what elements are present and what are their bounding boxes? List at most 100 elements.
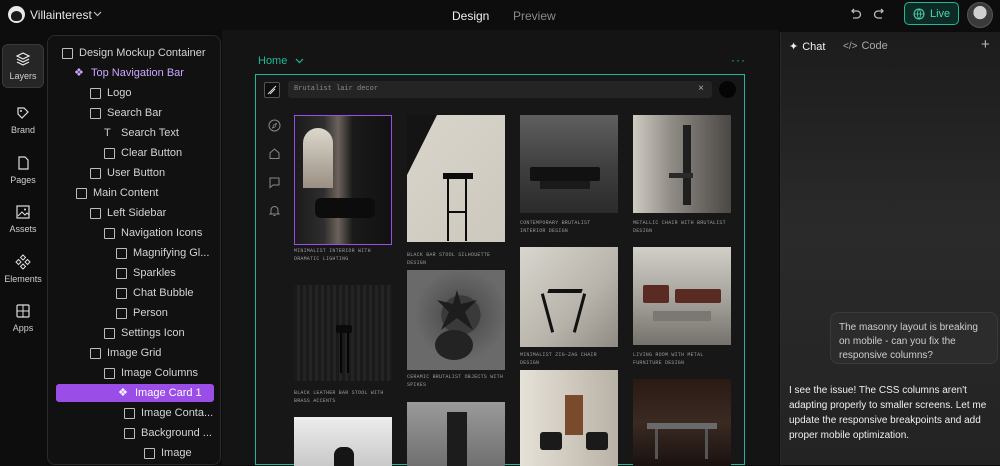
image-card-3[interactable] [520, 115, 618, 213]
layer-label: Top Navigation Bar [91, 67, 184, 79]
layer-item-selected[interactable]: ❖ Image Card 1 [56, 384, 214, 402]
layer-item[interactable]: Sparkles [116, 264, 176, 282]
image-caption: METALLIC CHAIR WITH BRUTALIST DESIGN [633, 220, 726, 234]
mock-search-text: Brutalist lair decor [294, 85, 379, 93]
layer-label: Design Mockup Container [79, 47, 206, 59]
layer-label: Image Columns [121, 367, 199, 379]
layer-label: Search Text [121, 127, 179, 139]
project-name[interactable]: Villainterest [30, 8, 92, 22]
tab-label: Code [861, 40, 888, 52]
layer-item[interactable]: ❖ Top Navigation Bar [74, 64, 184, 82]
image-card-5[interactable] [294, 285, 392, 381]
rail-pages[interactable]: Pages [2, 149, 44, 193]
layer-label: Person [133, 307, 168, 319]
rail-apps[interactable]: Apps [2, 297, 44, 341]
layer-item[interactable]: Image Grid [90, 344, 161, 362]
image-card-7[interactable] [520, 247, 618, 347]
mock-user-button[interactable] [719, 81, 736, 98]
layer-item[interactable]: Search Bar [90, 104, 162, 122]
chat-bubble-icon[interactable] [268, 176, 281, 189]
image-card-8[interactable] [633, 247, 731, 345]
tab-preview[interactable]: Preview [513, 9, 556, 23]
image-caption: LIVING ROOM WITH METAL FURNITURE DESIGN [633, 352, 704, 366]
layer-item[interactable]: Logo [90, 84, 131, 102]
image-card-1[interactable] [294, 115, 392, 245]
live-button[interactable]: Live [904, 2, 959, 25]
rail-brand[interactable]: Brand [2, 99, 44, 143]
image-card-10[interactable] [407, 402, 505, 466]
logo-icon [267, 85, 277, 95]
image-card-4[interactable] [633, 115, 731, 213]
image-icon [116, 247, 127, 259]
layer-label: Magnifying Gl... [133, 247, 210, 259]
page-label[interactable]: Home [258, 55, 287, 67]
layer-item[interactable]: User Button [90, 164, 165, 182]
rail-label: Pages [10, 175, 36, 185]
mock-logo[interactable] [264, 82, 280, 98]
plus-icon[interactable]: + [981, 36, 990, 53]
text-icon: T [104, 126, 111, 139]
layer-item[interactable]: Settings Icon [104, 324, 185, 342]
layer-item[interactable]: Left Sidebar [90, 204, 166, 222]
rail-label: Apps [12, 323, 34, 333]
undo-icon[interactable] [848, 7, 862, 21]
layer-item[interactable]: Image Conta... [124, 404, 213, 422]
layer-item[interactable]: Navigation Icons [104, 224, 202, 242]
home-icon[interactable] [268, 147, 281, 160]
layer-item[interactable]: Background ... [124, 424, 212, 442]
layer-label: User Button [107, 167, 166, 179]
box-icon [90, 87, 101, 99]
user-message-text: The masonry layout is breaking on mobile… [839, 322, 978, 361]
project-avatar[interactable] [8, 6, 25, 23]
box-icon [76, 187, 87, 199]
layer-label: Chat Bubble [133, 287, 194, 299]
box-icon [104, 147, 115, 159]
user-avatar[interactable] [967, 2, 993, 28]
top-bar: Villainterest Design Preview Live [0, 0, 1000, 30]
tab-design[interactable]: Design [452, 9, 489, 23]
chevron-down-icon[interactable] [295, 58, 304, 64]
image-caption: BLACK BAR STOOL SILHOUETTE DESIGN [407, 252, 491, 266]
redo-icon[interactable] [873, 7, 887, 21]
more-icon[interactable]: ··· [731, 53, 746, 67]
image-caption: MINIMALIST ZIG-ZAG CHAIR DESIGN [520, 352, 597, 366]
image-card-2[interactable] [407, 115, 505, 242]
rail-elements[interactable]: Elements [2, 248, 44, 292]
layer-item[interactable]: T Search Text [104, 124, 179, 142]
layer-item[interactable]: Image Columns [104, 364, 198, 382]
layer-item[interactable]: Main Content [76, 184, 158, 202]
layer-item[interactable]: Clear Button [104, 144, 182, 162]
rail-layers[interactable]: Layers [2, 44, 44, 88]
close-icon[interactable]: × [698, 83, 704, 94]
layer-item[interactable]: Magnifying Gl... [116, 244, 209, 262]
image-card-12[interactable] [633, 379, 731, 466]
page-icon [18, 156, 29, 170]
layer-label: Logo [107, 87, 132, 99]
image-card-9[interactable] [294, 417, 392, 466]
left-rail: Layers Brand Pages Assets Elements Apps [0, 30, 47, 465]
rail-label: Elements [4, 274, 42, 284]
tab-chat[interactable]: ✦ Chat [789, 40, 825, 54]
design-frame[interactable]: Brutalist lair decor × MINIMALIST INTERI… [255, 74, 745, 466]
layer-item[interactable]: Design Mockup Container [62, 44, 206, 62]
bell-icon[interactable] [268, 204, 281, 217]
image-card-6[interactable] [407, 270, 505, 370]
layers-panel: Design Mockup Container ❖ Top Navigation … [47, 35, 221, 465]
box-icon [104, 227, 115, 239]
chevron-down-icon[interactable] [93, 11, 102, 17]
apps-icon [16, 304, 30, 318]
layer-item[interactable]: Person [116, 304, 168, 322]
mock-search-bar[interactable]: Brutalist lair decor × [288, 81, 712, 98]
live-label: Live [930, 7, 951, 20]
layer-item[interactable]: Image [144, 444, 192, 462]
rail-assets[interactable]: Assets [2, 198, 44, 242]
rail-label: Brand [10, 125, 36, 135]
compass-icon[interactable] [268, 119, 281, 132]
image-icon [144, 447, 155, 459]
layer-label: Navigation Icons [121, 227, 203, 239]
layers-icon [15, 52, 31, 66]
image-card-11[interactable] [520, 370, 618, 466]
box-icon [90, 207, 101, 219]
layer-item[interactable]: Chat Bubble [116, 284, 194, 302]
tab-code[interactable]: </> Code [843, 40, 888, 52]
